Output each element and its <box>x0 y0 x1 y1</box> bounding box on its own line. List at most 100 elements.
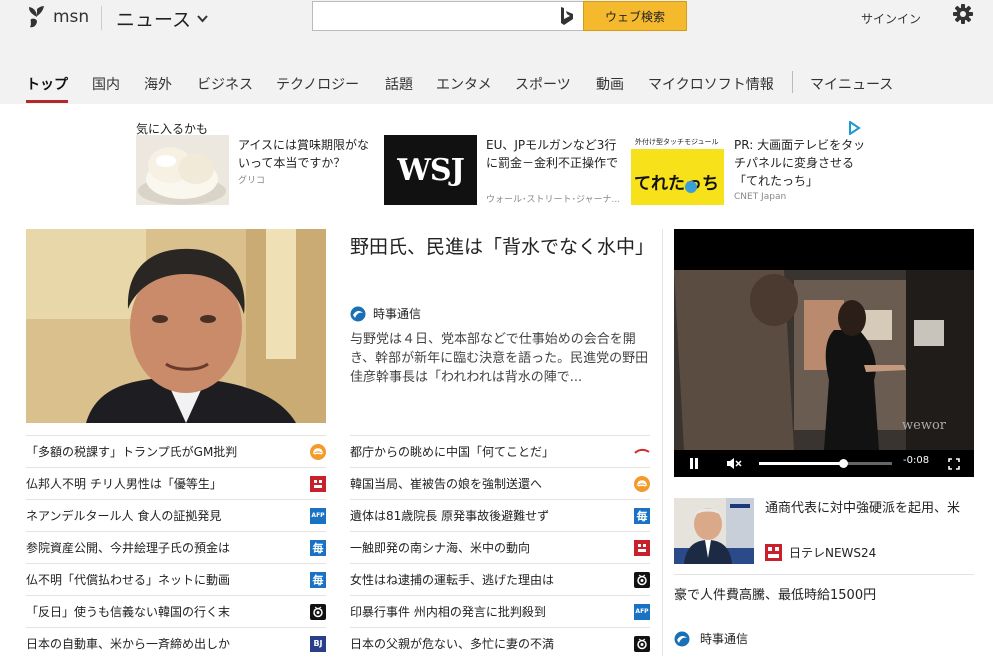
headline-row[interactable]: 「反日」使うも信義ない韓国の行く末 <box>26 595 326 627</box>
video-watermark: wewor <box>902 418 946 433</box>
video-player[interactable]: wewor -0:08 <box>674 229 974 477</box>
wsj-logo-text: WSJ <box>397 152 465 188</box>
headline-text[interactable]: 参院資産公開、今井絵理子氏の預金は <box>26 539 310 556</box>
headline-row[interactable]: 日本の父親が危ない、多忙に妻の不満 <box>350 627 650 659</box>
right-source-name-2: 時事通信 <box>700 632 749 646</box>
ad-image-ice-cream[interactable] <box>136 135 229 205</box>
channel-selector[interactable]: ニュース <box>116 5 208 32</box>
jiji-logo-icon <box>674 631 690 646</box>
tv-logo-icon <box>310 603 326 620</box>
headline-row[interactable]: 印暴行事件 州内相の発言に批判殺到 AFP <box>350 595 650 627</box>
butterfly-icon <box>29 6 44 28</box>
hero-description: 与野党は４日、党本部などで仕事始めの会合を開き、幹部が新年に臨む決意を語った。民… <box>350 332 649 385</box>
source-logo-icon <box>634 475 650 492</box>
right-story-image[interactable] <box>674 498 754 564</box>
header-divider <box>101 6 102 30</box>
source-logo-icon <box>310 443 326 460</box>
right-story-source-2: 時事通信 <box>674 630 748 647</box>
nav-topics[interactable]: 話題 <box>385 74 413 94</box>
source-logo-icon <box>310 475 326 492</box>
headline-text[interactable]: 「多額の税課す」トランプ氏がGM批判 <box>26 443 310 460</box>
video-progress-track[interactable] <box>759 459 892 468</box>
tv-logo-icon <box>634 571 650 588</box>
video-time: -0:08 <box>903 455 930 466</box>
mute-icon[interactable] <box>726 457 742 470</box>
headline-row[interactable]: 韓国当局、崔被告の娘を強制送還へ <box>350 467 650 499</box>
headline-text[interactable]: 都庁からの眺めに中国「何てことだ」 <box>350 443 634 460</box>
fullscreen-icon[interactable] <box>948 458 960 470</box>
headline-text[interactable]: 仏邦人不明 チリ人男性は「優等生」 <box>26 475 310 492</box>
right-story-source-1: 日テレNEWS24 <box>765 544 876 561</box>
nav-top[interactable]: トップ <box>26 74 68 94</box>
right-story-title-1[interactable]: 通商代表に対中強硬派を起用、米 <box>765 497 980 516</box>
msn-logo[interactable]: msn <box>26 4 89 30</box>
headline-row[interactable]: 仏不明「代償払わせる」ネットに動画毎 <box>26 563 326 595</box>
column-divider <box>662 229 663 656</box>
nav-domestic[interactable]: 国内 <box>92 74 120 94</box>
headline-row[interactable]: 都庁からの眺めに中国「何てことだ」 <box>350 435 650 467</box>
headline-row[interactable]: 「多額の税課す」トランプ氏がGM批判 <box>26 435 326 467</box>
right-source-name-1: 日テレNEWS24 <box>789 546 877 560</box>
web-search-button[interactable]: ウェブ検索 <box>583 1 687 31</box>
sankei-logo-icon <box>634 444 650 460</box>
nav-entertainment[interactable]: エンタメ <box>436 74 492 94</box>
mainichi-logo-icon: 毎 <box>634 507 650 524</box>
right-divider <box>674 574 974 575</box>
headline-row[interactable]: 参院資産公開、今井絵理子氏の預金は毎 <box>26 531 326 563</box>
ad-image-wsj[interactable]: WSJ <box>384 135 477 205</box>
nav-video[interactable]: 動画 <box>596 74 624 94</box>
nav-microsoft[interactable]: マイクロソフト情報 <box>648 74 774 94</box>
bing-icon <box>561 7 573 25</box>
hero-title[interactable]: 野田氏、民進は「背水でなく水中」 <box>350 232 654 262</box>
main-nav: トップ 国内 海外 ビジネス テクノロジー 話題 エンタメ スポーツ 動画 マイ… <box>0 70 993 104</box>
chevron-down-icon <box>197 14 208 22</box>
channel-label: ニュース <box>116 9 192 31</box>
right-story-title-2[interactable]: 豪で人件費高騰、最低時給1500円 <box>674 584 876 603</box>
ad-title-1[interactable]: アイスには賞味期限がないって本当ですか？ <box>238 136 370 172</box>
gear-icon[interactable] <box>952 3 974 25</box>
nav-sports[interactable]: スポーツ <box>515 74 571 94</box>
ad-title-3[interactable]: PR: 大画面テレビをタッチパネルに変身させる「てれたっち」 <box>734 136 866 190</box>
headline-text[interactable]: 一触即発の南シナ海、米中の動向 <box>350 539 634 556</box>
ad-title-2[interactable]: EU、JPモルガンなど3行に罰金－金利不正操作で <box>486 136 622 172</box>
headline-row[interactable]: 女性はね逮捕の運転手、逃げた理由は <box>350 563 650 595</box>
headline-row[interactable]: 日本の自動車、米から一斉締め出しか BJ <box>26 627 326 659</box>
headline-row[interactable]: 遺体は81歳院長 原発事故後避難せず毎 <box>350 499 650 531</box>
nav-my-news[interactable]: マイニュース <box>810 74 893 94</box>
nav-technology[interactable]: テクノロジー <box>276 74 359 94</box>
logo-text: msn <box>53 7 90 27</box>
headline-text[interactable]: 日本の父親が危ない、多忙に妻の不満 <box>350 635 634 652</box>
headline-text[interactable]: ネアンデルタール人 食人の証拠発見 <box>26 507 310 524</box>
headline-row[interactable]: 仏邦人不明 チリ人男性は「優等生」 <box>26 467 326 499</box>
headline-text[interactable]: 仏不明「代償払わせる」ネットに動画 <box>26 571 310 588</box>
ad-source-2: ウォール･ストリート･ジャーナ... <box>486 195 621 205</box>
ad-image-text: てれたっち <box>634 174 719 194</box>
jiji-logo-icon <box>350 306 366 321</box>
nav-world[interactable]: 海外 <box>144 74 172 94</box>
signin-link[interactable]: サインイン <box>861 10 921 27</box>
search-box[interactable]: ウェブ検索 <box>312 1 687 31</box>
headline-text[interactable]: 日本の自動車、米から一斉締め出しか <box>26 635 310 652</box>
headline-text[interactable]: 韓国当局、崔被告の娘を強制送還へ <box>350 475 634 492</box>
hero-source: 時事通信 <box>350 305 421 322</box>
headline-text[interactable]: 女性はね逮捕の運転手、逃げた理由は <box>350 571 634 588</box>
video-progress-fill <box>759 462 843 465</box>
source-logo-icon <box>634 539 650 556</box>
mainichi-logo-icon: 毎 <box>310 539 326 556</box>
hero-source-name: 時事通信 <box>373 307 422 321</box>
adchoices-icon[interactable] <box>847 121 861 135</box>
video-progress-handle[interactable] <box>838 459 848 468</box>
hero-image[interactable] <box>26 229 326 423</box>
headline-text[interactable]: 遺体は81歳院長 原発事故後避難せず <box>350 507 634 524</box>
ad-image-caption: 外付け型タッチモジュール <box>635 138 719 146</box>
pause-icon[interactable] <box>689 458 699 469</box>
afp-logo-icon: AFP <box>310 507 326 524</box>
ad-image-teretatchi[interactable]: 外付け型タッチモジュール てれたっち <box>631 135 724 205</box>
headline-text[interactable]: 印暴行事件 州内相の発言に批判殺到 <box>350 603 634 620</box>
headline-text[interactable]: 「反日」使うも信義ない韓国の行く末 <box>26 603 310 620</box>
active-tab-indicator <box>26 100 68 103</box>
ntv-logo-icon <box>765 544 782 561</box>
headline-row[interactable]: 一触即発の南シナ海、米中の動向 <box>350 531 650 563</box>
nav-business[interactable]: ビジネス <box>197 74 253 94</box>
headline-row[interactable]: ネアンデルタール人 食人の証拠発見 AFP <box>26 499 326 531</box>
